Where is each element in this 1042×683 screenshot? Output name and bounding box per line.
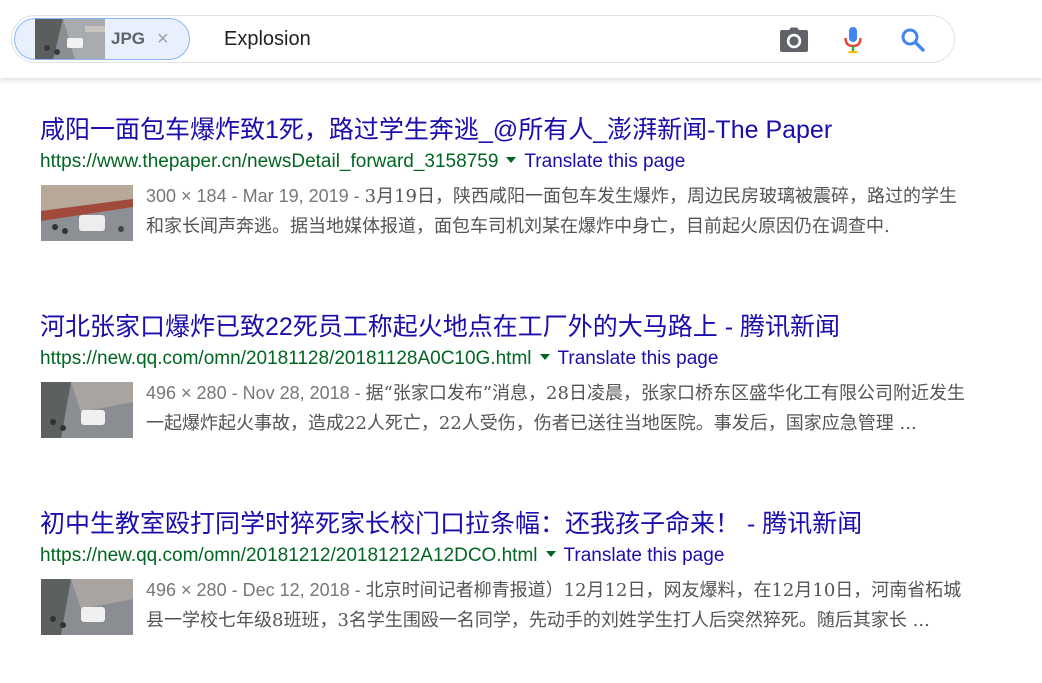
image-query-chip[interactable]: JPG ×: [14, 18, 190, 60]
result-url: https://new.qq.com/omn/20181128/20181128…: [40, 348, 532, 369]
dropdown-arrow-icon[interactable]: [506, 157, 517, 164]
result-url-row: https://new.qq.com/omn/20181212/20181212…: [40, 545, 1000, 567]
result-snippet: 300 × 184 - Mar 19, 2019 - 3月19日，陕西咸阳一面包…: [146, 181, 966, 242]
result-thumbnail[interactable]: [41, 185, 133, 241]
dropdown-arrow-icon[interactable]: [539, 354, 550, 361]
search-icon[interactable]: [898, 25, 928, 55]
result-thumbnail[interactable]: [41, 382, 133, 438]
result-body: 300 × 184 - Mar 19, 2019 - 3月19日，陕西咸阳一面包…: [40, 181, 1000, 271]
result-url-row: https://www.thepaper.cn/newsDetail_forwa…: [40, 151, 1000, 173]
result-snippet: 496 × 280 - Dec 12, 2018 - 北京时间记者柳青报道）12…: [146, 575, 966, 636]
result-thumbnail[interactable]: [41, 579, 133, 635]
result-meta: 300 × 184 - Mar 19, 2019 -: [146, 186, 365, 206]
translate-link[interactable]: Translate this page: [558, 348, 719, 369]
result-url: https://new.qq.com/omn/20181212/20181212…: [40, 545, 538, 566]
translate-link[interactable]: Translate this page: [564, 545, 725, 566]
microphone-icon[interactable]: [838, 25, 868, 55]
result-title-link[interactable]: 咸阳一面包车爆炸致1死，路过学生奔逃_@所有人_澎湃新闻-The Paper: [40, 115, 832, 145]
image-type-label: JPG: [111, 29, 146, 48]
camera-icon[interactable]: [779, 25, 809, 55]
result-meta: 496 × 280 - Dec 12, 2018 -: [146, 580, 366, 600]
dropdown-arrow-icon[interactable]: [545, 551, 556, 558]
translate-link[interactable]: Translate this page: [524, 151, 685, 172]
result-body: 496 × 280 - Dec 12, 2018 - 北京时间记者柳青报道）12…: [40, 575, 1000, 665]
close-icon[interactable]: ×: [157, 29, 169, 49]
result-item: 河北张家口爆炸已致22死员工称起火地点在工厂外的大马路上 - 腾讯新闻 http…: [40, 312, 1000, 468]
query-image-thumbnail: [35, 19, 105, 59]
result-meta: 496 × 280 - Nov 28, 2018 -: [146, 383, 366, 403]
result-url-row: https://new.qq.com/omn/20181128/20181128…: [40, 348, 1000, 370]
result-body: 496 × 280 - Nov 28, 2018 - 据“张家口发布”消息，28…: [40, 378, 1000, 468]
result-title-link[interactable]: 河北张家口爆炸已致22死员工称起火地点在工厂外的大马路上 - 腾讯新闻: [40, 312, 840, 342]
search-header: JPG × Explosion: [0, 0, 1042, 78]
search-input[interactable]: Explosion: [224, 28, 311, 51]
result-snippet: 496 × 280 - Nov 28, 2018 - 据“张家口发布”消息，28…: [146, 378, 966, 439]
result-url: https://www.thepaper.cn/newsDetail_forwa…: [40, 151, 499, 172]
result-item: 初中生教室殴打同学时猝死家长校门口拉条幅：还我孩子命来！ - 腾讯新闻 http…: [40, 509, 1000, 665]
result-item: 咸阳一面包车爆炸致1死，路过学生奔逃_@所有人_澎湃新闻-The Paper h…: [40, 115, 1000, 271]
result-title-link[interactable]: 初中生教室殴打同学时猝死家长校门口拉条幅：还我孩子命来！ - 腾讯新闻: [40, 509, 862, 539]
search-box[interactable]: JPG × Explosion: [11, 15, 955, 63]
